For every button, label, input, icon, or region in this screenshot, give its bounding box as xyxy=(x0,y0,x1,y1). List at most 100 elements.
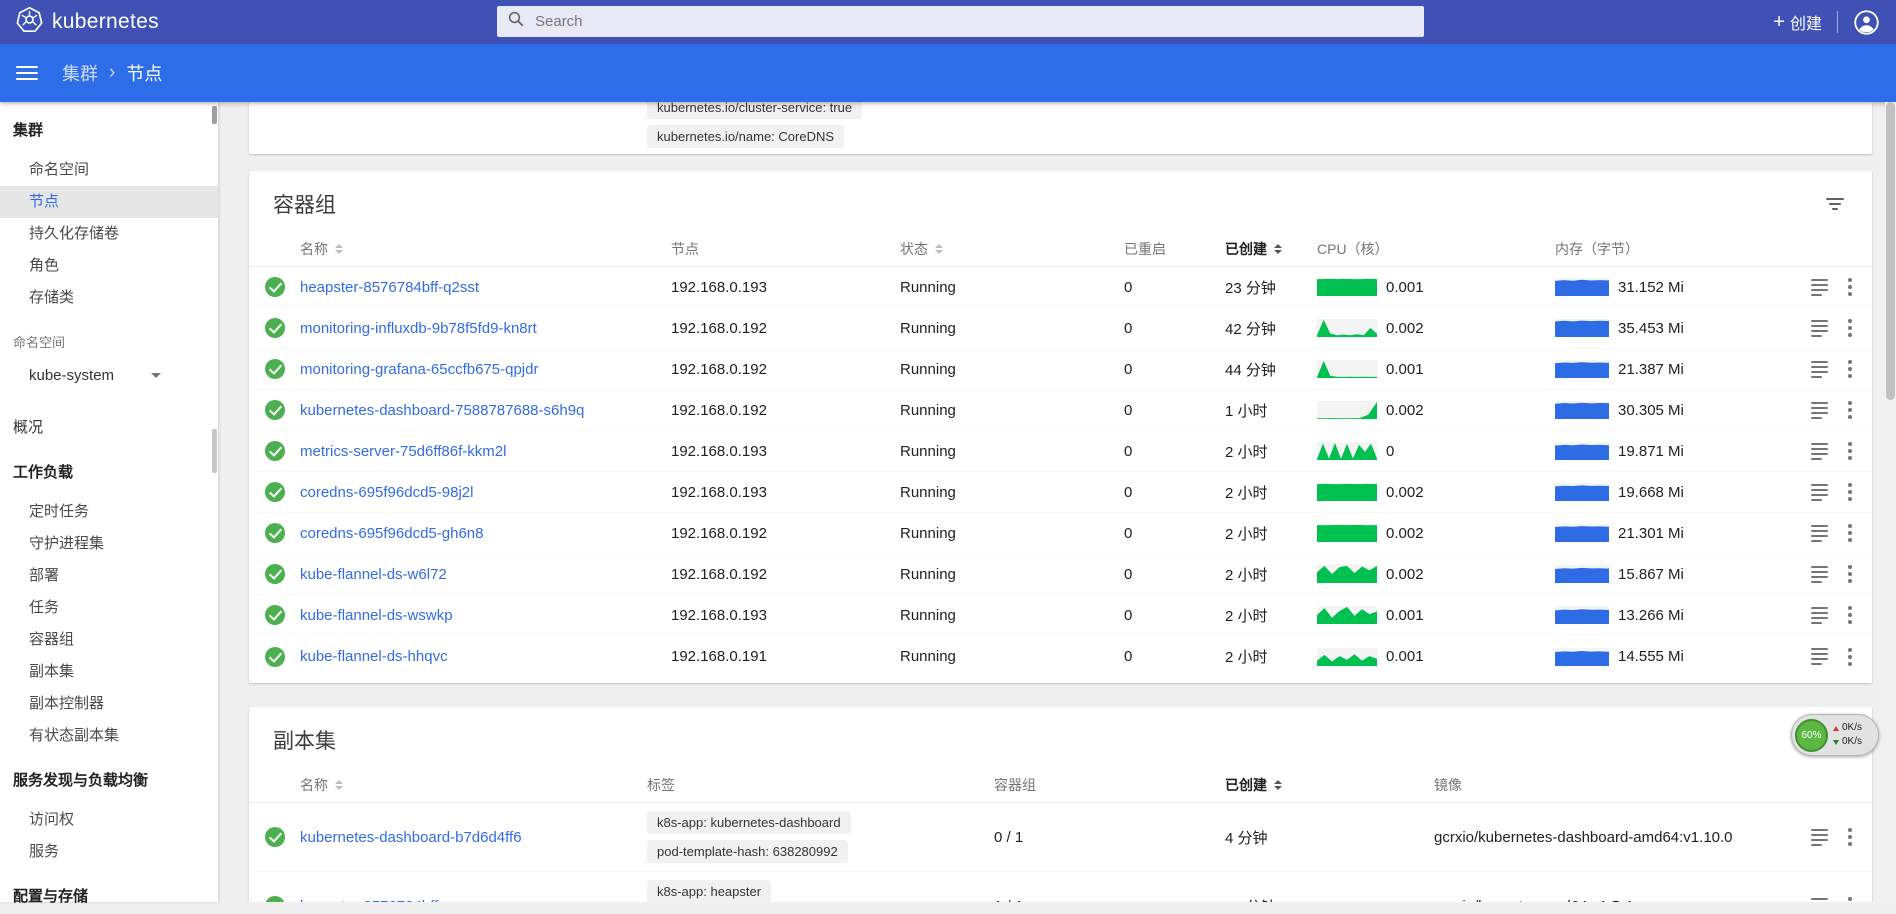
pod-row[interactable]: kube-flannel-ds-hhqvc 192.168.0.191 Runn… xyxy=(249,636,1872,677)
logs-icon[interactable] xyxy=(1811,648,1828,665)
logs-icon[interactable] xyxy=(1811,279,1828,296)
column-header-status[interactable]: 状态 xyxy=(900,239,1124,259)
pod-created: 2 小时 xyxy=(1225,441,1317,462)
more-menu-icon[interactable] xyxy=(1844,399,1856,421)
pod-name-link[interactable]: metrics-server-75d6ff86f-kkm2l xyxy=(300,443,671,460)
sidebar-item-services[interactable]: 服务 xyxy=(0,836,218,868)
more-menu-icon[interactable] xyxy=(1844,276,1856,298)
sidebar-item-overview[interactable]: 概况 xyxy=(0,412,218,444)
page-scrollbar[interactable] xyxy=(1885,102,1896,902)
more-menu-icon[interactable] xyxy=(1844,646,1856,668)
more-menu-icon[interactable] xyxy=(1844,481,1856,503)
sidebar-item-daemon-sets[interactable]: 守护进程集 xyxy=(0,528,218,560)
logs-icon[interactable] xyxy=(1811,525,1828,542)
sidebar-item-replica-sets[interactable]: 副本集 xyxy=(0,656,218,688)
logs-icon[interactable] xyxy=(1811,829,1828,846)
sidebar-item-ingresses[interactable]: 访问权 xyxy=(0,804,218,836)
pod-name-link[interactable]: monitoring-influxdb-9b78f5fd9-kn8rt xyxy=(300,320,671,337)
sidebar-item-nodes[interactable]: 节点 xyxy=(0,186,218,218)
sidebar-section-workloads: 工作负载 xyxy=(0,456,218,490)
pod-name-link[interactable]: monitoring-grafana-65ccfb675-qpjdr xyxy=(300,361,671,378)
pod-name-link[interactable]: coredns-695f96dcd5-98j2l xyxy=(300,484,671,501)
cpu-sparkline xyxy=(1317,319,1377,337)
pod-row[interactable]: kube-flannel-ds-wswkp 192.168.0.193 Runn… xyxy=(249,595,1872,636)
more-menu-icon[interactable] xyxy=(1844,604,1856,626)
logs-icon[interactable] xyxy=(1811,320,1828,337)
replicaset-row[interactable]: heapster-8576784bff k8s-app: heapster po… xyxy=(249,872,1872,902)
create-button[interactable]: +创建 xyxy=(1773,10,1822,34)
pod-name-link[interactable]: kube-flannel-ds-wswkp xyxy=(300,607,671,624)
sidebar-item-namespaces[interactable]: 命名空间 xyxy=(0,154,218,186)
search-bar[interactable] xyxy=(497,6,1424,37)
sidebar-item-stateful-sets[interactable]: 有状态副本集 xyxy=(0,720,218,752)
label-chip: kubernetes.io/name: CoreDNS xyxy=(647,125,844,148)
pod-row[interactable]: metrics-server-75d6ff86f-kkm2l 192.168.0… xyxy=(249,431,1872,472)
cpu-sparkline xyxy=(1317,565,1377,583)
breadcrumb-cluster[interactable]: 集群 xyxy=(62,60,98,86)
search-input[interactable] xyxy=(535,13,1414,30)
sidebar-scrollbar-thumb[interactable] xyxy=(212,106,217,124)
logs-icon[interactable] xyxy=(1811,898,1828,903)
namespace-selector[interactable]: kube-system xyxy=(29,358,161,392)
sidebar-item-roles[interactable]: 角色 xyxy=(0,250,218,282)
column-header-created[interactable]: 已创建 xyxy=(1225,239,1317,259)
sidebar-item-deployments[interactable]: 部署 xyxy=(0,560,218,592)
sort-icon[interactable] xyxy=(335,244,343,254)
replicaset-name-link[interactable]: heapster-8576784bff xyxy=(300,898,647,903)
more-menu-icon[interactable] xyxy=(1844,895,1856,902)
logs-icon[interactable] xyxy=(1811,402,1828,419)
pod-row[interactable]: heapster-8576784bff-q2sst 192.168.0.193 … xyxy=(249,267,1872,308)
sidebar-scrollbar-handle[interactable] xyxy=(212,429,217,473)
sort-icon[interactable] xyxy=(335,780,343,790)
more-menu-icon[interactable] xyxy=(1844,317,1856,339)
logs-icon[interactable] xyxy=(1811,443,1828,460)
sort-icon[interactable] xyxy=(1274,780,1282,790)
user-avatar-icon[interactable] xyxy=(1853,9,1880,36)
sidebar-item-persistent-volumes[interactable]: 持久化存储卷 xyxy=(0,218,218,250)
brand-wordmark: kubernetes xyxy=(52,10,159,34)
logs-icon[interactable] xyxy=(1811,607,1828,624)
logs-icon[interactable] xyxy=(1811,484,1828,501)
more-menu-icon[interactable] xyxy=(1844,826,1856,848)
more-menu-icon[interactable] xyxy=(1844,563,1856,585)
hamburger-menu-icon[interactable] xyxy=(16,66,38,80)
pod-row[interactable]: monitoring-influxdb-9b78f5fd9-kn8rt 192.… xyxy=(249,308,1872,349)
pod-cpu: 0.001 xyxy=(1386,279,1424,296)
logs-icon[interactable] xyxy=(1811,361,1828,378)
pod-row[interactable]: kube-flannel-ds-w6l72 192.168.0.192 Runn… xyxy=(249,554,1872,595)
pod-row[interactable]: coredns-695f96dcd5-gh6n8 192.168.0.192 R… xyxy=(249,513,1872,554)
sort-icon[interactable] xyxy=(935,244,943,254)
column-header-created[interactable]: 已创建 xyxy=(1225,775,1434,795)
column-header-name[interactable]: 名称 xyxy=(300,239,671,259)
pod-name-link[interactable]: kubernetes-dashboard-7588787688-s6h9q xyxy=(300,402,671,419)
filter-icon[interactable] xyxy=(1822,194,1848,214)
kubernetes-wheel-icon xyxy=(16,6,43,38)
replicaset-name-link[interactable]: kubernetes-dashboard-b7d6d4ff6 xyxy=(300,829,647,846)
sidebar-item-pods[interactable]: 容器组 xyxy=(0,624,218,656)
sidebar-item-jobs[interactable]: 任务 xyxy=(0,592,218,624)
pod-row[interactable]: kubernetes-dashboard-7588787688-s6h9q 19… xyxy=(249,390,1872,431)
more-menu-icon[interactable] xyxy=(1844,358,1856,380)
pod-name-link[interactable]: kube-flannel-ds-hhqvc xyxy=(300,648,671,665)
pod-row[interactable]: monitoring-grafana-65ccfb675-qpjdr 192.1… xyxy=(249,349,1872,390)
sidebar-section-config-storage: 配置与存储 xyxy=(0,880,218,914)
sidebar-item-replication-controllers[interactable]: 副本控制器 xyxy=(0,688,218,720)
net-speed-widget[interactable]: 60% 0K/s 0K/s xyxy=(1791,714,1879,756)
pods-table-header: 名称 节点 状态 已重启 已创建 CPU（核） 内存（字节） xyxy=(249,231,1872,267)
sidebar-item-storage-classes[interactable]: 存储类 xyxy=(0,282,218,314)
replicaset-row[interactable]: kubernetes-dashboard-b7d6d4ff6 k8s-app: … xyxy=(249,803,1872,872)
more-menu-icon[interactable] xyxy=(1844,440,1856,462)
logs-icon[interactable] xyxy=(1811,566,1828,583)
pod-name-link[interactable]: kube-flannel-ds-w6l72 xyxy=(300,566,671,583)
sidebar-item-cron-jobs[interactable]: 定时任务 xyxy=(0,496,218,528)
scrollbar-thumb[interactable] xyxy=(1886,102,1895,400)
more-menu-icon[interactable] xyxy=(1844,522,1856,544)
pod-name-link[interactable]: coredns-695f96dcd5-gh6n8 xyxy=(300,525,671,542)
pod-name-link[interactable]: heapster-8576784bff-q2sst xyxy=(300,279,671,296)
label-chip: k8s-app: heapster xyxy=(647,880,771,902)
pod-row[interactable]: coredns-695f96dcd5-98j2l 192.168.0.193 R… xyxy=(249,472,1872,513)
kubernetes-logo[interactable]: kubernetes xyxy=(16,6,159,38)
column-header-name[interactable]: 名称 xyxy=(300,775,647,795)
pod-memory: 31.152 Mi xyxy=(1618,279,1684,296)
sort-icon[interactable] xyxy=(1274,244,1282,254)
